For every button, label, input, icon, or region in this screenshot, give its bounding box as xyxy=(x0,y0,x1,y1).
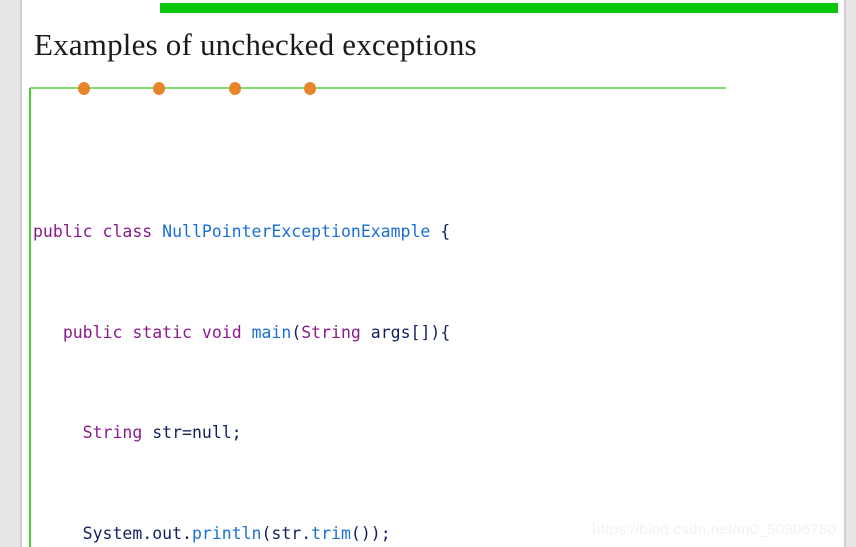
code-token-keyword: public static void xyxy=(62,322,252,342)
code-token-method: main xyxy=(251,322,292,342)
code-line: System.out.println(str.trim()); xyxy=(33,521,843,546)
code-token-classname: NullPointerExceptionExample xyxy=(162,221,431,241)
code-token-indent xyxy=(33,423,83,442)
decorative-dot xyxy=(229,82,241,95)
decorative-dot xyxy=(304,82,316,95)
code-token-keyword: public class xyxy=(33,221,163,241)
code-token-type: String xyxy=(301,322,361,342)
code-line: String str=null; xyxy=(33,420,843,445)
code-line: public static void main(String args[]){ xyxy=(33,320,843,345)
content-frame-border xyxy=(29,88,31,547)
slide-canvas: Examples of unchecked exceptions public … xyxy=(0,0,856,547)
code-token-punct: (str. xyxy=(261,524,312,544)
decorative-rule xyxy=(30,87,726,89)
decorative-dot xyxy=(153,82,165,95)
code-line: public class NullPointerExceptionExample… xyxy=(33,219,843,244)
page-gutter-right xyxy=(846,0,856,547)
top-accent-bar xyxy=(160,3,838,13)
code-listing: public class NullPointerExceptionExample… xyxy=(33,118,843,547)
code-token-indent xyxy=(33,524,83,543)
code-token-qualifier: System.out. xyxy=(82,524,192,544)
page-gutter-right-edge xyxy=(844,0,846,547)
code-token-punct: ()); xyxy=(350,524,391,544)
page-gutter-left-edge xyxy=(20,0,22,547)
code-token-punct: { xyxy=(430,221,451,241)
decorative-dot xyxy=(78,82,90,95)
code-token-indent xyxy=(33,323,63,342)
code-token-method: println xyxy=(191,524,262,544)
page-title: Examples of unchecked exceptions xyxy=(34,27,477,62)
page-gutter-left xyxy=(0,0,20,547)
code-token-method: trim xyxy=(311,524,351,544)
code-token-args: args[]){ xyxy=(360,322,451,342)
code-token-type: String xyxy=(82,423,143,443)
code-token-punct: ( xyxy=(291,322,302,342)
code-token-decl: str=null; xyxy=(142,423,242,443)
